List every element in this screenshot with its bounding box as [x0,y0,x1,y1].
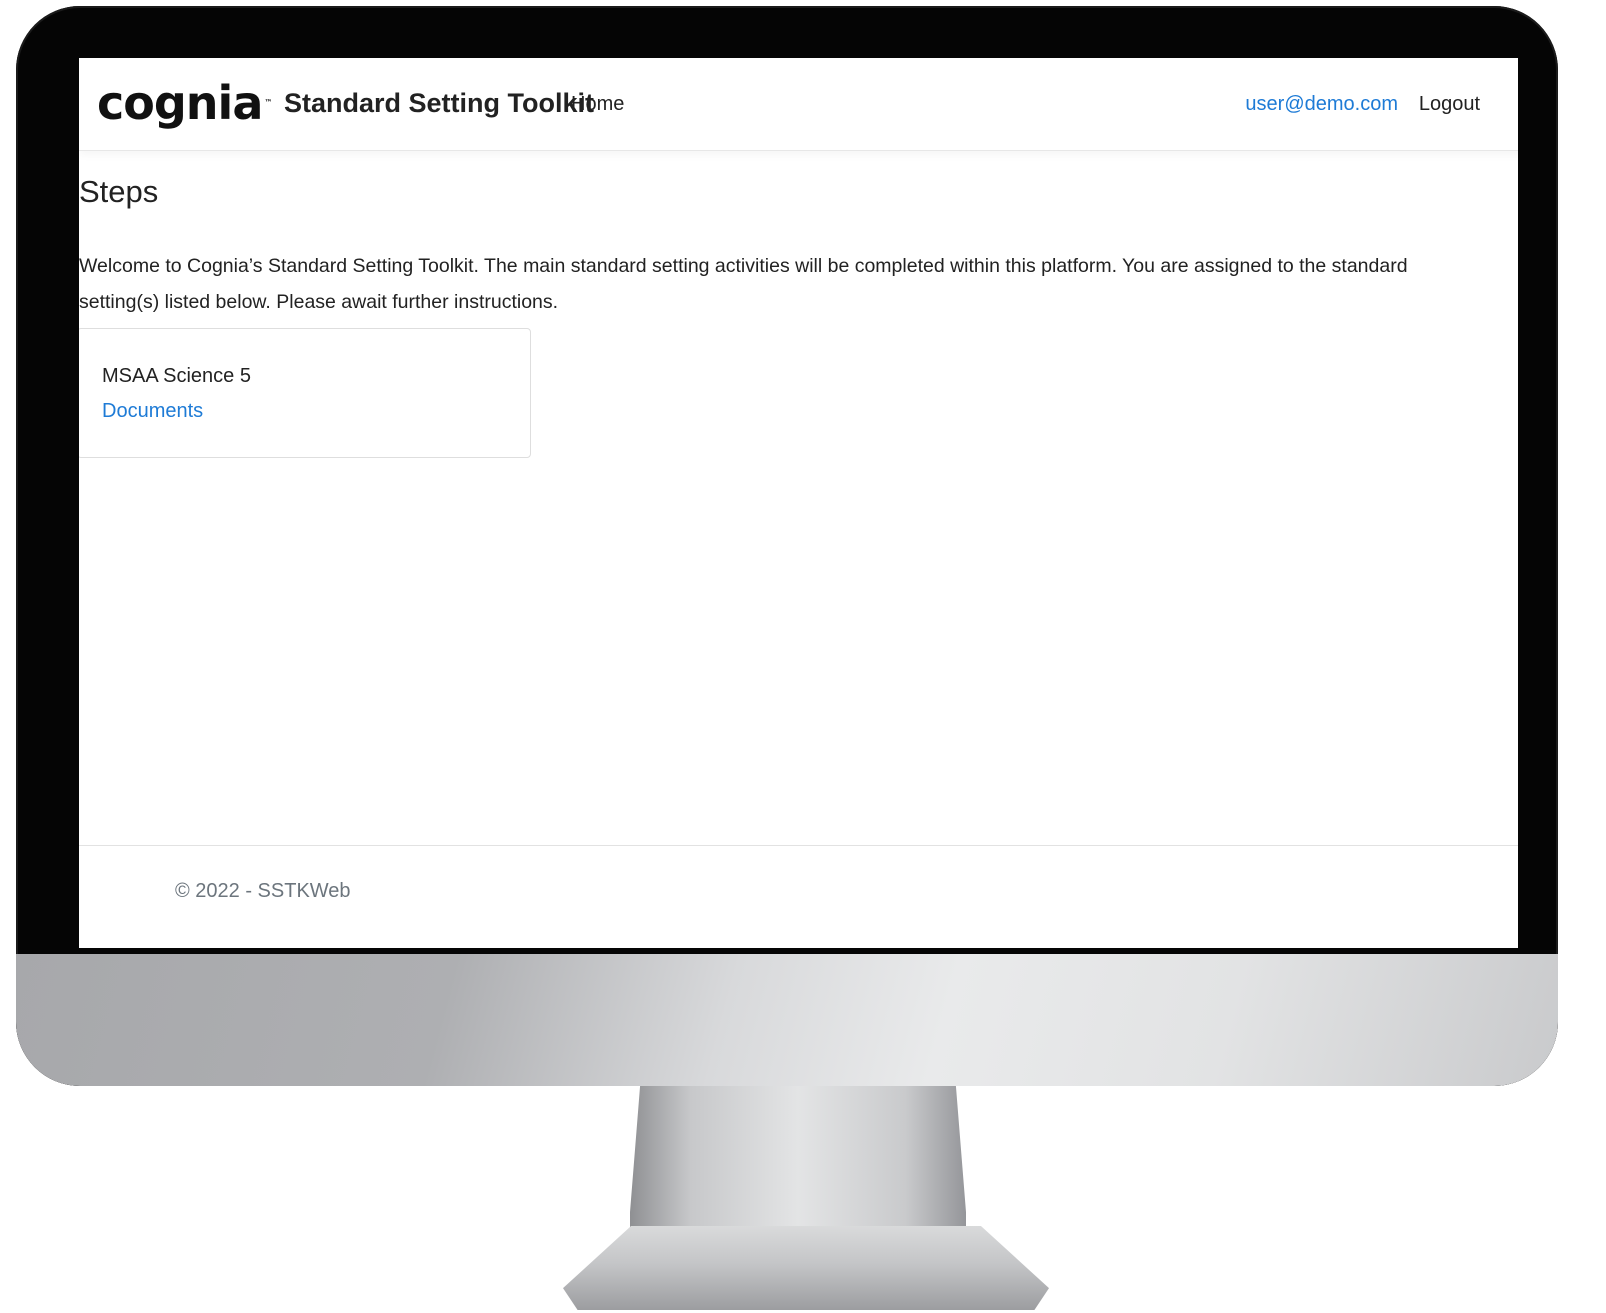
monitor-right-screen-edge [1518,56,1534,950]
logo-wordmark: cognia [97,76,263,130]
documents-link[interactable]: Documents [102,400,203,423]
monitor-chin [16,954,1558,1086]
welcome-message: Welcome to Cognia’s Standard Setting Too… [79,254,1408,313]
standard-setting-card: MSAA Science 5 Documents [79,328,531,458]
top-navbar: cognia ™ Standard Setting Toolkit Home us… [79,58,1534,151]
standard-setting-title: MSAA Science 5 [102,365,251,387]
logo-trademark: ™ [264,98,272,107]
logout-link[interactable]: Logout [1419,93,1480,116]
page-title: Steps [79,174,159,209]
cognia-logo[interactable]: cognia ™ [97,80,272,132]
app-brand-name[interactable]: Standard Setting Toolkit [284,88,594,119]
app-screen: cognia ™ Standard Setting Toolkit Home us… [79,58,1534,948]
footer-copyright: © 2022 - SSTKWeb [175,880,351,902]
monitor-stand-foot [563,1226,1049,1310]
nav-home-link[interactable]: Home [571,93,624,116]
user-email-link[interactable]: user@demo.com [1245,93,1398,116]
footer-divider [79,845,1534,846]
